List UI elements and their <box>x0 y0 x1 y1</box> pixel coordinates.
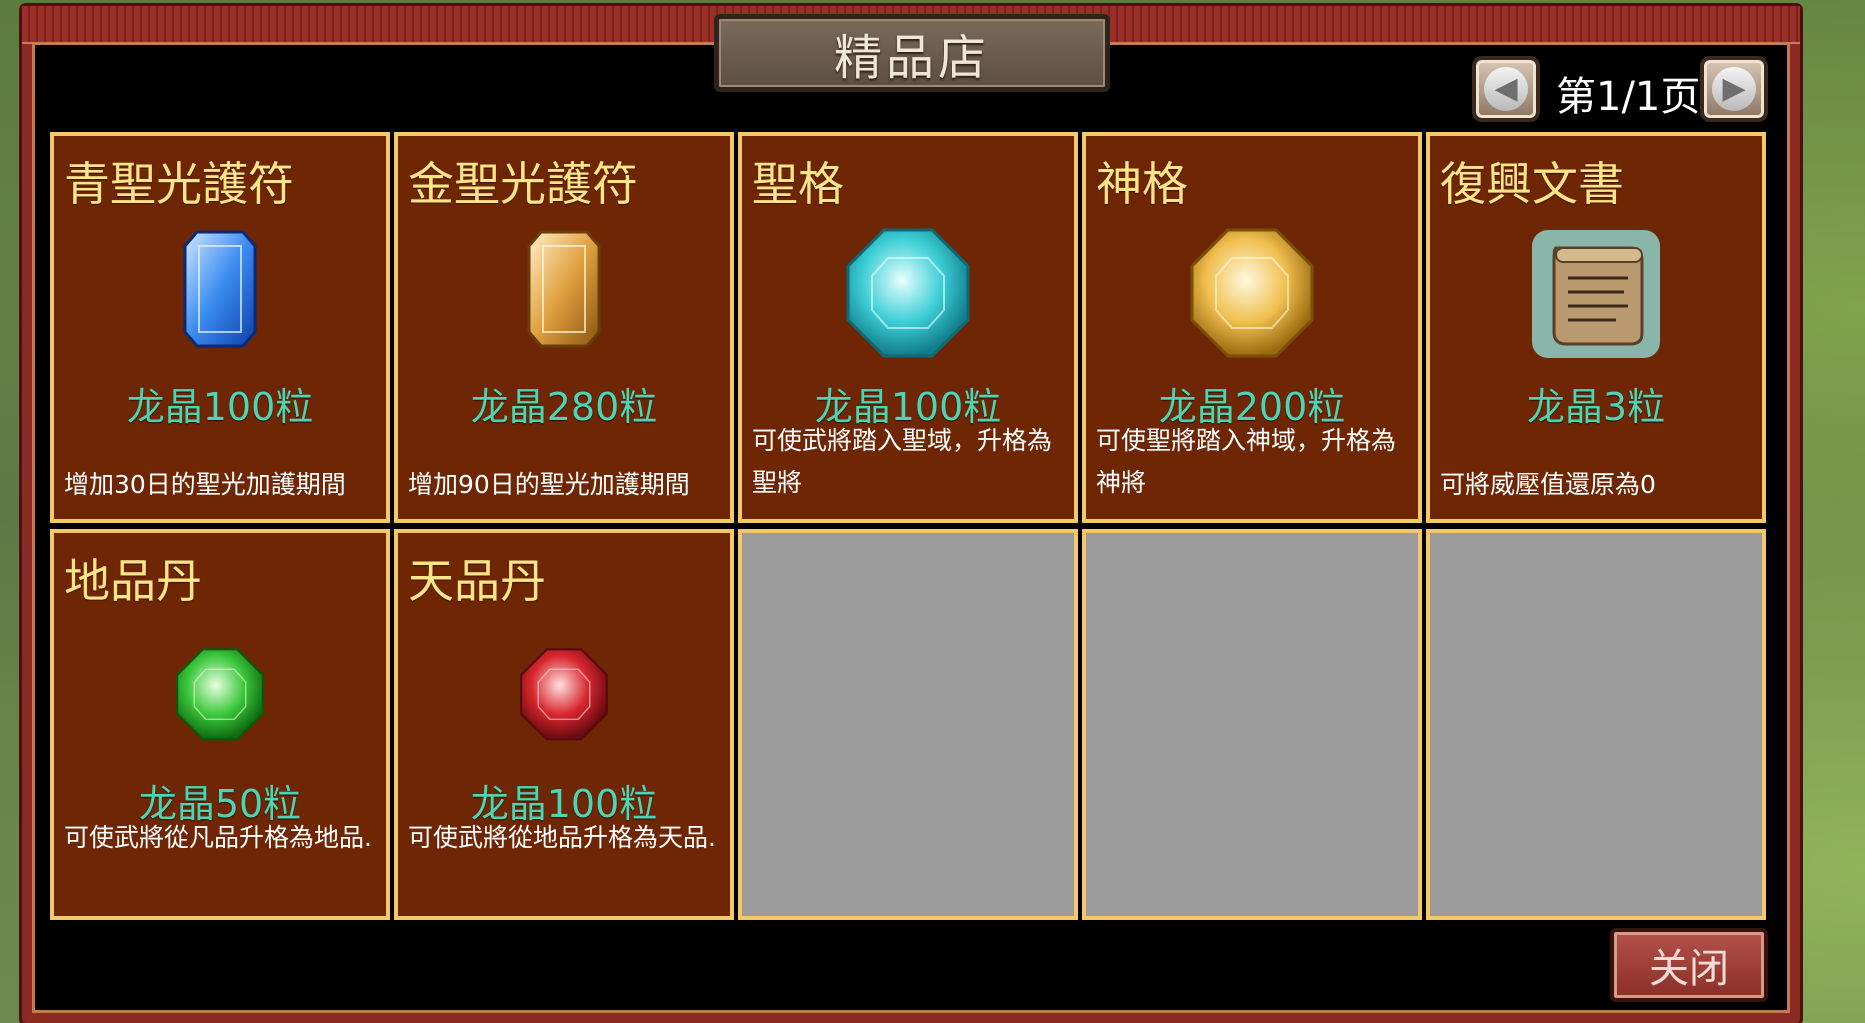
item-name: 天品丹 <box>408 554 546 608</box>
shop-item-card[interactable]: 地品丹 龙晶50粒 可使武將從凡品升格為地品. <box>50 529 390 920</box>
close-button[interactable]: 关闭 <box>1610 928 1768 1002</box>
item-grid: 青聖光護符 龙晶100粒 增加30日的聖光加護期間 金聖光護符 龙晶280粒 增… <box>50 132 1770 920</box>
shop-item-card[interactable]: 天品丹 龙晶100粒 可使武將從地品升格為天品. <box>394 529 734 920</box>
item-name: 聖格 <box>752 157 844 211</box>
item-description: 可將威壓值還原為0 <box>1440 470 1656 499</box>
left-arrow-icon: ◀ <box>1484 67 1528 111</box>
item-price: 龙晶100粒 <box>126 385 314 429</box>
empty-slot <box>1426 529 1766 920</box>
red-gem-icon <box>520 648 608 741</box>
shop-item-card[interactable]: 神格 龙晶200粒 可使聖將踏入神域，升格為神將 <box>1082 132 1422 523</box>
item-description: 可使武將從地品升格為天品. <box>408 823 716 852</box>
item-price: 龙晶3粒 <box>1526 385 1666 429</box>
item-name: 復興文書 <box>1440 157 1624 211</box>
blue-gem-icon <box>183 230 257 348</box>
gold-gem-icon <box>527 230 601 348</box>
empty-slot <box>738 529 1078 920</box>
item-name: 青聖光護符 <box>64 157 294 211</box>
green-gem-icon <box>176 648 264 741</box>
item-name: 地品丹 <box>64 554 202 608</box>
empty-slot <box>1082 529 1422 920</box>
gold-octagon-gem-icon <box>1190 228 1314 358</box>
item-description: 可使武將從凡品升格為地品. <box>64 823 372 852</box>
page-indicator: 第1/1页 <box>1556 74 1701 120</box>
item-description: 可使武將踏入聖域，升格為聖將 <box>752 426 1053 497</box>
shop-item-card[interactable]: 復興文書 龙晶3粒 可將威壓值還原為0 <box>1426 132 1766 523</box>
item-description: 可使聖將踏入神域，升格為神將 <box>1096 426 1397 497</box>
window-title: 精品店 <box>833 30 990 86</box>
shop-item-card[interactable]: 金聖光護符 龙晶280粒 增加90日的聖光加護期間 <box>394 132 734 523</box>
item-price: 龙晶280粒 <box>470 385 658 429</box>
item-description: 增加30日的聖光加護期間 <box>64 470 346 499</box>
title-plate: 精品店 <box>714 14 1110 92</box>
item-description: 增加90日的聖光加護期間 <box>408 470 690 499</box>
item-name: 金聖光護符 <box>408 157 638 211</box>
prev-page-button[interactable]: ◀ <box>1472 56 1540 122</box>
scroll-icon <box>1532 230 1660 358</box>
right-arrow-icon: ▶ <box>1712 67 1756 111</box>
item-name: 神格 <box>1096 157 1188 211</box>
next-page-button[interactable]: ▶ <box>1700 56 1768 122</box>
cyan-gem-icon <box>846 228 970 358</box>
shop-item-card[interactable]: 聖格 龙晶100粒 可使武將踏入聖域，升格為聖將 <box>738 132 1078 523</box>
shop-item-card[interactable]: 青聖光護符 龙晶100粒 增加30日的聖光加護期間 <box>50 132 390 523</box>
